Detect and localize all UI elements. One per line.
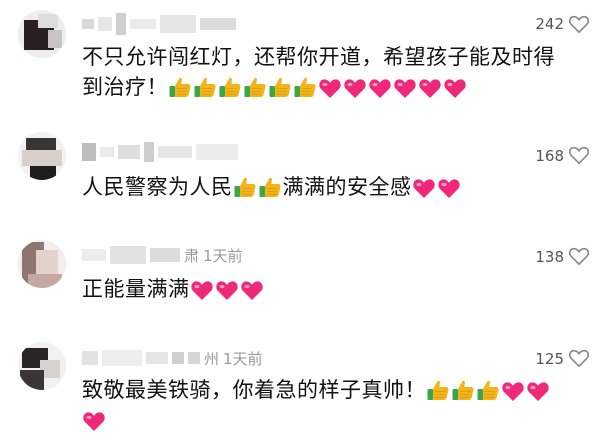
username[interactable] — [82, 12, 236, 36]
red-heart-emoji — [437, 179, 460, 198]
thumbs-up-emoji — [219, 77, 241, 97]
username-suffix: 州 — [204, 349, 220, 368]
like-count: 138 — [535, 248, 564, 266]
thumbs-up-emoji — [244, 77, 266, 97]
avatar[interactable] — [18, 10, 66, 58]
thumbs-up-emoji — [169, 77, 191, 97]
comment-text: 正能量满满 — [82, 274, 582, 304]
red-heart-emoji — [215, 281, 238, 300]
heart-outline-icon[interactable] — [568, 348, 590, 368]
thumbs-up-emoji — [259, 177, 281, 197]
comment-time: 1天前 — [223, 349, 263, 368]
avatar[interactable] — [18, 342, 66, 390]
username[interactable] — [82, 140, 238, 164]
like-count: 242 — [535, 15, 564, 33]
thumbs-up-emoji — [452, 380, 474, 400]
heart-outline-icon[interactable] — [568, 14, 590, 34]
red-heart-emoji — [240, 281, 263, 300]
username[interactable]: 州 1天前 — [82, 346, 263, 370]
thumbs-up-emoji — [234, 177, 256, 197]
thumbs-up-emoji — [194, 77, 216, 97]
thumbs-up-emoji — [427, 380, 449, 400]
like-count: 125 — [535, 350, 564, 368]
red-heart-emoji — [527, 382, 549, 401]
comment-time: 1天前 — [203, 246, 243, 265]
red-heart-emoji — [319, 79, 341, 98]
avatar[interactable] — [18, 132, 66, 180]
red-heart-emoji — [394, 79, 416, 98]
like-count: 168 — [535, 147, 564, 165]
red-heart-emoji — [344, 79, 366, 98]
red-heart-emoji — [419, 79, 441, 98]
avatar[interactable] — [18, 240, 66, 288]
red-heart-emoji — [444, 79, 466, 98]
red-heart-emoji — [412, 179, 435, 198]
red-heart-emoji — [369, 79, 391, 98]
comment-text: 人民警察为人民 满满的安全感 — [82, 172, 582, 202]
thumbs-up-emoji — [269, 77, 291, 97]
thumbs-up-emoji — [477, 380, 499, 400]
thumbs-up-emoji — [294, 77, 316, 97]
red-heart-emoji — [83, 412, 105, 431]
comment-text: 不只允许闯红灯，还帮你开道，希望孩子能及时得 到治疗！ — [82, 45, 555, 99]
heart-outline-icon[interactable] — [568, 246, 590, 266]
comment-text: 致敬最美铁骑，你着急的样子真帅！ — [82, 375, 582, 435]
username-suffix: 肃 — [184, 246, 200, 265]
heart-outline-icon[interactable] — [568, 145, 590, 165]
red-heart-emoji — [502, 382, 524, 401]
red-heart-emoji — [190, 281, 213, 300]
username[interactable]: 肃 1天前 — [82, 243, 243, 267]
